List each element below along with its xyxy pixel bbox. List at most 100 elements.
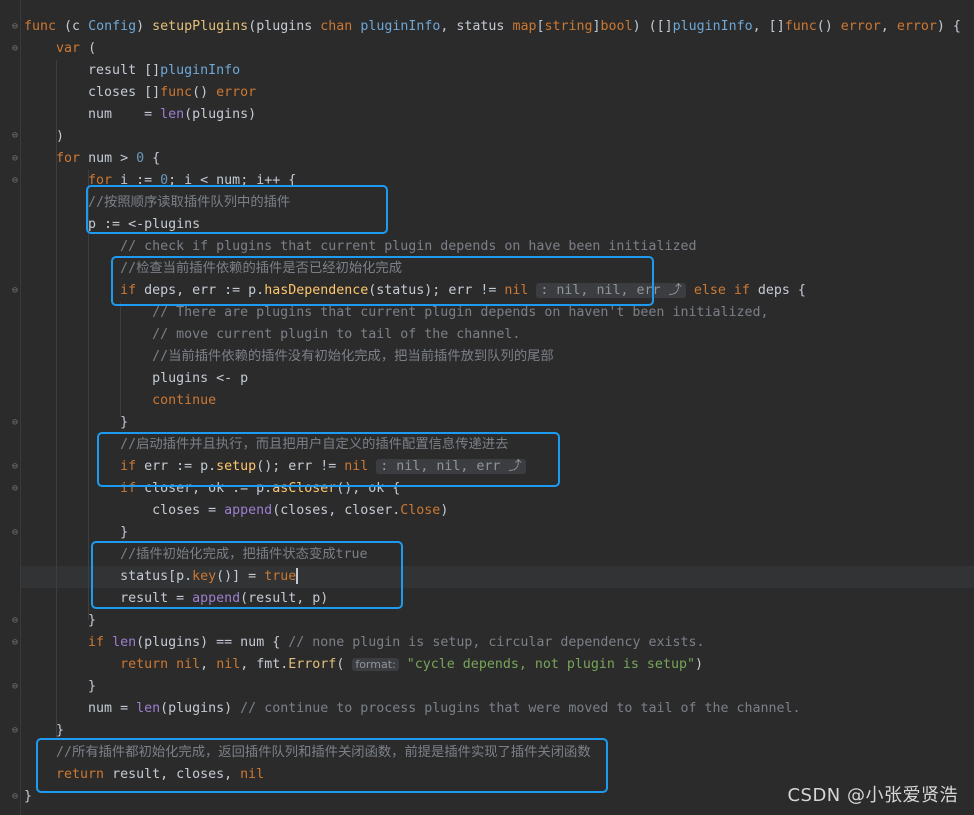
fold-marker-icon[interactable]: ⊖ — [10, 175, 20, 187]
code-token: ( — [336, 657, 353, 672]
fold-marker-icon[interactable]: ⊖ — [10, 21, 20, 33]
code-line[interactable]: //当前插件依赖的插件没有初始化完成，把当前插件放到队列的尾部 — [24, 346, 554, 368]
code-token: closes [] — [24, 85, 161, 100]
fold-marker-icon[interactable]: ⊖ — [10, 615, 20, 627]
code-line[interactable]: } — [24, 610, 96, 632]
code-token: ( — [80, 41, 97, 56]
code-token: Close — [400, 503, 441, 518]
code-token: len — [136, 701, 161, 716]
code-token: ) — [24, 129, 65, 144]
code-token: } — [24, 525, 129, 540]
watermark: CSDN @小张爱贤浩 — [787, 785, 958, 806]
gutter-separator — [20, 0, 21, 815]
code-token: } — [24, 789, 33, 804]
code-line[interactable]: closes []func() error — [24, 82, 256, 104]
fold-marker-icon[interactable]: ⊖ — [10, 483, 20, 495]
code-line[interactable]: } — [24, 676, 96, 698]
code-token: } — [24, 613, 97, 628]
code-token: bool — [600, 19, 633, 34]
code-token: for — [56, 151, 81, 166]
code-token: var — [56, 41, 81, 56]
fold-marker-icon[interactable]: ⊖ — [10, 43, 20, 55]
code-token: (c — [56, 19, 89, 34]
code-token: error — [896, 19, 937, 34]
fold-marker-icon[interactable]: ⊖ — [10, 461, 20, 473]
code-token: nil — [216, 657, 241, 672]
code-token: result [] — [24, 63, 161, 78]
fold-marker-icon[interactable]: ⊖ — [10, 527, 20, 539]
code-line[interactable]: } — [24, 412, 128, 434]
fold-marker-icon[interactable]: ⊖ — [10, 285, 20, 297]
highlight-box — [97, 432, 560, 487]
fold-marker-icon[interactable]: ⊖ — [10, 417, 20, 429]
code-line[interactable]: return nil, nil, fmt.Errorf( format: "cy… — [24, 654, 703, 676]
code-token: ] — [592, 19, 601, 34]
fold-marker-icon[interactable]: ⊖ — [10, 637, 20, 649]
code-line[interactable]: result []pluginInfo — [24, 60, 240, 82]
code-line[interactable]: num = len(plugins) // continue to proces… — [24, 698, 801, 720]
fold-marker-icon[interactable]: ⊖ — [10, 153, 20, 165]
fold-marker-icon[interactable]: ⊖ — [10, 725, 20, 737]
code-token: // There are plugins that current plugin… — [152, 305, 769, 320]
code-token: map — [512, 19, 537, 34]
code-token: ) ([] — [632, 19, 673, 34]
code-token: Config — [88, 19, 137, 34]
code-token: Errorf — [288, 657, 337, 672]
code-token: plugins <- p — [24, 371, 249, 386]
code-token: { — [144, 151, 161, 166]
code-token: "cycle depends, not plugin is setup" — [406, 657, 695, 672]
code-token: if — [733, 283, 750, 298]
code-token: pluginInfo — [160, 63, 241, 78]
fold-marker-icon[interactable]: ⊖ — [10, 791, 20, 803]
code-token: ) — [440, 503, 449, 518]
code-token: len — [160, 107, 185, 122]
code-token: chan — [320, 19, 353, 34]
highlight-box — [111, 256, 654, 306]
code-editor[interactable]: ⊖ ⊖ ⊖ ⊖ ⊖ ⊖ ⊖ ⊖ ⊖ ⊖ ⊖ ⊖ ⊖ ⊖ ⊖ func (c Co… — [0, 0, 974, 815]
code-line[interactable]: if len(plugins) == num { // none plugin … — [24, 632, 704, 654]
code-token: func — [24, 19, 57, 34]
fold-marker-icon[interactable]: ⊖ — [10, 130, 20, 142]
code-line[interactable]: ) — [24, 126, 64, 148]
code-token: return — [120, 657, 169, 672]
code-line[interactable]: continue — [24, 390, 216, 412]
code-token: , fmt. — [240, 657, 289, 672]
code-line[interactable]: var ( — [24, 38, 96, 60]
code-line[interactable]: // check if plugins that current plugin … — [24, 236, 696, 258]
code-line[interactable]: plugins <- p — [24, 368, 248, 390]
code-token: append — [224, 503, 273, 518]
code-token: pluginInfo — [672, 19, 753, 34]
inlay-hint: format: — [352, 658, 399, 671]
highlight-box — [91, 541, 403, 609]
code-token: num > — [80, 151, 137, 166]
code-line[interactable]: for num > 0 { — [24, 148, 160, 170]
code-line[interactable]: } — [24, 786, 32, 808]
code-token: func — [160, 85, 193, 100]
code-line[interactable]: num = len(plugins) — [24, 104, 256, 126]
code-token: (plugins) == num { — [136, 635, 289, 650]
highlight-box — [86, 185, 388, 234]
code-token: } — [24, 679, 97, 694]
code-line[interactable]: closes = append(closes, closer.Close) — [24, 500, 448, 522]
code-line[interactable]: // move current plugin to tail of the ch… — [24, 324, 520, 346]
code-token: else — [693, 283, 726, 298]
code-token: ) — [136, 19, 153, 34]
code-token: if — [88, 635, 105, 650]
fold-marker-icon[interactable]: ⊖ — [10, 681, 20, 693]
code-token: } — [24, 415, 129, 430]
code-token: , — [880, 19, 897, 34]
code-token: (plugins — [248, 19, 321, 34]
code-line[interactable]: func (c Config) setupPlugins(plugins cha… — [24, 16, 961, 38]
code-token: error — [216, 85, 257, 100]
